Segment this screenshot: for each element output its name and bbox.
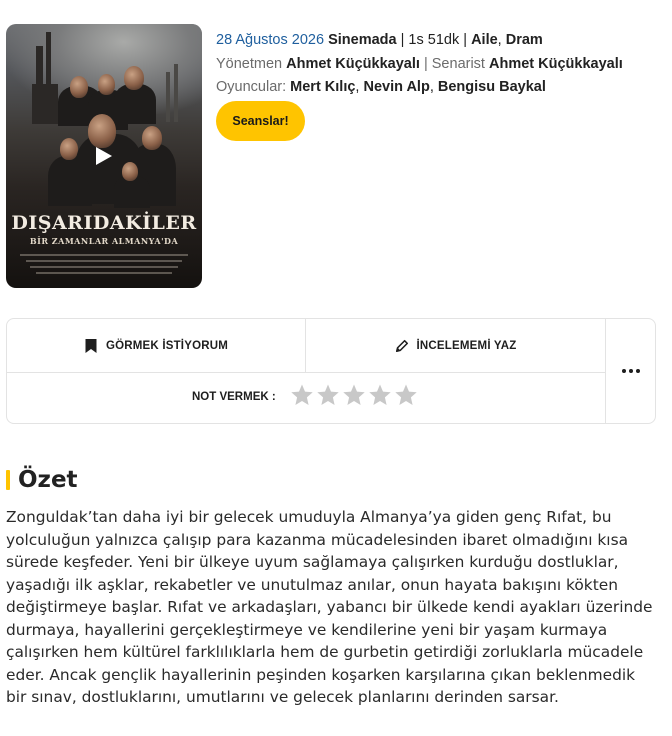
genre-link[interactable]: Dram — [506, 32, 543, 48]
cast-link[interactable]: Nevin Alp — [363, 79, 429, 95]
sessions-button[interactable]: Seanslar! — [216, 101, 305, 141]
poster-figure — [70, 76, 88, 98]
star-icon[interactable] — [368, 383, 392, 407]
summary-text: Zonguldak’tan daha iyi bir gelecek umudu… — [6, 508, 653, 706]
star-icon[interactable] — [290, 383, 314, 407]
poster-figure — [142, 126, 162, 150]
bookmark-icon — [85, 338, 97, 353]
poster-figure — [122, 162, 138, 181]
director-link[interactable]: Ahmet Küçükkayalı — [286, 56, 420, 72]
poster-title: DIŞARIDAKİLER — [11, 212, 197, 234]
poster-figure — [114, 84, 156, 124]
poster-figure — [98, 74, 115, 95]
summary-heading: Özet — [6, 466, 78, 494]
more-options-button[interactable] — [606, 319, 656, 423]
write-review-button[interactable]: İNCELEMEMİ YAZ — [306, 319, 605, 372]
more-dots-icon — [622, 369, 640, 373]
rate-label: NOT VERMEK : — [192, 391, 276, 403]
cast-label: Oyuncular: — [216, 79, 287, 95]
poster-credits-line — [36, 272, 172, 274]
play-trailer-button[interactable] — [89, 141, 119, 171]
cast-link[interactable]: Bengisu Baykal — [438, 79, 546, 95]
review-label: İNCELEMEMİ YAZ — [416, 339, 517, 352]
movie-meta-row: 28 Ağustos 2026 Sinemada | 1s 51dk | Ail… — [216, 32, 543, 48]
movie-info: 28 Ağustos 2026 Sinemada | 1s 51dk | Ail… — [216, 29, 623, 100]
director-label: Yönetmen — [216, 55, 283, 72]
movie-cast-row: Oyuncular: Mert Kılıç, Nevin Alp, Bengis… — [216, 79, 546, 95]
poster-subtitle: BİR ZAMANLAR ALMANYA'DA — [29, 236, 179, 246]
poster-credits-line — [20, 254, 188, 256]
star-icon[interactable] — [316, 383, 340, 407]
poster-credits-line — [26, 260, 182, 262]
poster-figure — [124, 66, 144, 90]
cast-link[interactable]: Mert Kılıç — [290, 79, 355, 95]
movie-poster[interactable]: DIŞARIDAKİLER BİR ZAMANLAR ALMANYA'DA — [6, 24, 202, 288]
star-icon[interactable] — [342, 383, 366, 407]
poster-tower — [32, 84, 58, 124]
writer-link[interactable]: Ahmet Küçükkayalı — [489, 56, 623, 72]
poster-tower — [166, 72, 170, 122]
release-date: 28 Ağustos 2026 — [216, 32, 325, 48]
summary-title: Özet — [18, 467, 78, 493]
watchlist-label: GÖRMEK İSTİYORUM — [105, 339, 229, 352]
pencil-icon — [395, 339, 408, 352]
poster-tower — [174, 64, 178, 122]
poster-figure — [60, 138, 78, 160]
movie-crew-row: Yönetmen Ahmet Küçükkayalı | Senarist Ah… — [216, 55, 623, 72]
star-icon[interactable] — [394, 383, 418, 407]
duration: 1s 51dk — [408, 32, 460, 48]
divider — [7, 372, 605, 373]
heading-accent-bar — [6, 470, 10, 490]
rating-stars — [290, 383, 418, 407]
play-icon — [96, 147, 112, 165]
release-status[interactable]: Sinemada — [328, 32, 397, 48]
poster-credits-line — [30, 266, 178, 268]
genre-link[interactable]: Aile — [471, 32, 498, 48]
user-actions-panel: GÖRMEK İSTİYORUM İNCELEMEMİ YAZ NOT VERM… — [6, 318, 656, 424]
writer-label: Senarist — [431, 55, 485, 72]
watchlist-button[interactable]: GÖRMEK İSTİYORUM — [7, 319, 305, 372]
